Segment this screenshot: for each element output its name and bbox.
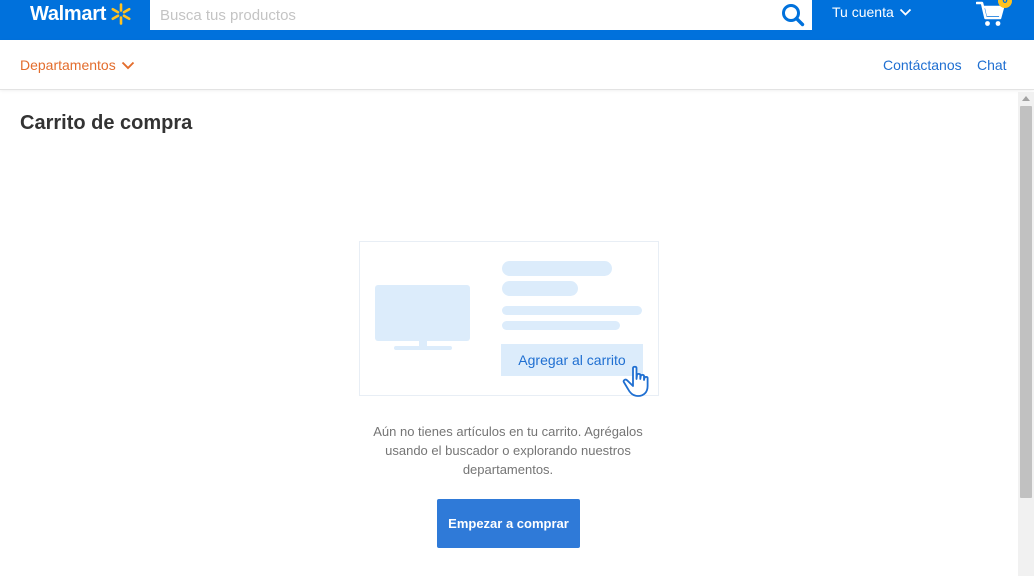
departments-menu[interactable]: Departamentos: [20, 57, 135, 73]
walmart-logo[interactable]: Walmart: [30, 1, 133, 27]
top-header: Walmart Tu cuenta: [0, 0, 1034, 40]
search-icon: [782, 4, 805, 27]
start-shopping-button[interactable]: Empezar a comprar: [437, 499, 580, 548]
search-input[interactable]: [160, 6, 760, 24]
empty-cart-message: Aún no tienes artículos en tu carrito. A…: [373, 424, 643, 477]
logo-text: Walmart: [30, 2, 107, 25]
walmart-spark-icon: [111, 3, 131, 25]
search-button[interactable]: [780, 2, 806, 28]
account-label: Tu cuenta: [832, 4, 894, 20]
account-menu[interactable]: Tu cuenta: [832, 4, 912, 20]
placeholder-line: [502, 261, 612, 276]
secondary-nav: Departamentos Contáctanos Chat: [0, 40, 1034, 90]
cart-count-badge: 0: [998, 0, 1012, 8]
search-bar: [150, 0, 812, 30]
scroll-up-arrow[interactable]: [1022, 96, 1030, 101]
scroll-thumb[interactable]: [1020, 106, 1032, 498]
chevron-down-icon: [121, 61, 134, 69]
placeholder-line: [502, 321, 620, 330]
chevron-down-icon: [899, 8, 911, 16]
empty-cart-illustration: Agregar al carrito: [359, 241, 659, 397]
contact-link[interactable]: Contáctanos: [883, 57, 962, 73]
pointer-hand-icon: [622, 365, 649, 397]
tv-icon: [375, 285, 470, 350]
placeholder-line: [502, 306, 642, 315]
page-title: Carrito de compra: [20, 112, 193, 134]
placeholder-line: [502, 281, 578, 296]
chat-link[interactable]: Chat: [977, 57, 1007, 73]
departments-label: Departamentos: [20, 57, 116, 73]
cart-button[interactable]: 0: [975, 0, 1012, 28]
illustration-button-label: Agregar al carrito: [518, 352, 626, 368]
scrollbar[interactable]: [1018, 92, 1034, 576]
